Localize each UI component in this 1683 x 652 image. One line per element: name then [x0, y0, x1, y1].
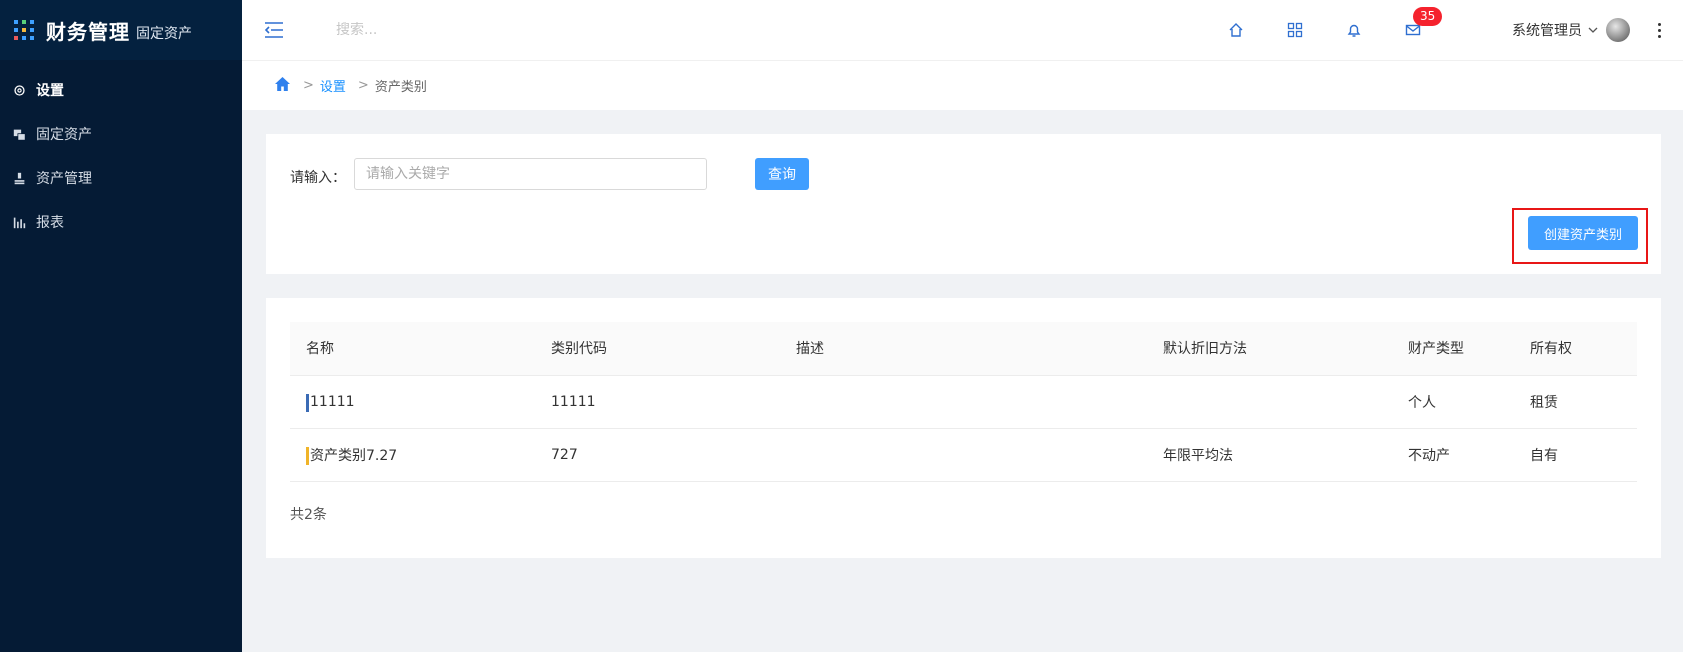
total-count: 共2条: [290, 507, 327, 523]
breadcrumb-separator: >: [357, 78, 369, 93]
cell-name-text: 11111: [310, 393, 355, 410]
keyword-label: 请输入：: [290, 170, 346, 186]
cell-property-type: 个人: [1392, 375, 1514, 429]
cell-name: 资产类别7.27: [290, 428, 535, 482]
user-name[interactable]: 系统管理员: [1512, 20, 1582, 40]
apps-icon[interactable]: [1285, 20, 1305, 40]
bell-icon[interactable]: [1344, 20, 1364, 40]
bar-chart-icon: [12, 215, 26, 229]
column-header-name: 名称: [290, 322, 535, 376]
column-header-code: 类别代码: [535, 322, 780, 376]
cell-description: [780, 375, 1147, 429]
sidebar-item-asset-management[interactable]: 资产管理: [0, 156, 242, 200]
sidebar-item-label: 资产管理: [36, 171, 92, 187]
top-bar: 35 系统管理员: [242, 0, 1683, 60]
asset-category-table: 名称 类别代码 描述 默认折旧方法 财产类型 所有权 11111 11111 个…: [290, 322, 1637, 482]
brand: 财务管理 固定资产: [0, 0, 242, 60]
sidebar-item-settings[interactable]: 设置: [0, 68, 242, 112]
column-header-ownership: 所有权: [1514, 322, 1637, 376]
breadcrumb: > 设置 > 资产类别: [242, 60, 1683, 110]
row-marker: [306, 393, 309, 412]
apps-grid-icon[interactable]: [14, 20, 34, 40]
breadcrumb-settings[interactable]: 设置: [320, 76, 346, 95]
mail-icon[interactable]: 35: [1403, 7, 1443, 40]
table-row[interactable]: 资产类别7.27 727 年限平均法 不动产 自有: [290, 428, 1637, 482]
manage-icon: [12, 171, 26, 185]
gear-icon: [12, 83, 26, 97]
table-row[interactable]: 11111 11111 个人 租赁: [290, 375, 1637, 429]
brand-subtitle: 固定资产: [136, 25, 192, 42]
sidebar-item-label: 报表: [36, 215, 64, 231]
mail-badge: 35: [1413, 7, 1443, 26]
cell-ownership: 自有: [1514, 428, 1637, 482]
assets-icon: [12, 127, 26, 141]
breadcrumb-current: 资产类别: [374, 80, 427, 95]
column-header-depreciation: 默认折旧方法: [1147, 322, 1392, 376]
cell-depreciation: [1147, 375, 1392, 429]
sidebar-item-label: 设置: [36, 83, 64, 99]
breadcrumb-separator: >: [303, 78, 314, 93]
cell-ownership: 租赁: [1514, 375, 1637, 429]
column-header-property-type: 财产类型: [1392, 322, 1514, 376]
column-header-description: 描述: [780, 322, 1147, 376]
table-card: 名称 类别代码 描述 默认折旧方法 财产类型 所有权 11111 11111 个…: [266, 298, 1661, 558]
cell-description: [780, 428, 1147, 482]
cell-name-text: 资产类别7.27: [310, 447, 398, 464]
cell-name: 11111: [290, 375, 535, 429]
sidebar-item-label: 固定资产: [36, 127, 92, 143]
home-icon[interactable]: [274, 76, 291, 96]
more-vertical-icon[interactable]: [1658, 22, 1661, 38]
query-button[interactable]: 查询: [755, 158, 809, 190]
cell-property-type: 不动产: [1392, 428, 1514, 482]
menu-collapse-icon[interactable]: [264, 21, 286, 39]
chevron-down-icon[interactable]: [1588, 23, 1598, 38]
search-card: 请输入： 查询 创建资产类别: [266, 134, 1661, 274]
keyword-input[interactable]: [354, 158, 707, 190]
sidebar-item-reports[interactable]: 报表: [0, 200, 242, 244]
table-header-row: 名称 类别代码 描述 默认折旧方法 财产类型 所有权: [290, 322, 1637, 376]
sidebar-menu: 设置 固定资产 资产管理 报表: [0, 68, 242, 244]
search-input[interactable]: [336, 22, 636, 38]
top-icons: 35 系统管理员: [1226, 0, 1683, 60]
create-asset-category-button[interactable]: 创建资产类别: [1528, 216, 1638, 250]
sidebar: 财务管理 固定资产 设置 固定资产 资产管理 报表: [0, 0, 242, 652]
cell-code: 727: [535, 428, 780, 482]
row-marker: [306, 446, 309, 465]
brand-title: 财务管理: [46, 19, 130, 44]
home-icon[interactable]: [1226, 20, 1246, 40]
avatar[interactable]: [1606, 18, 1630, 42]
sidebar-item-fixed-assets[interactable]: 固定资产: [0, 112, 242, 156]
cell-depreciation: 年限平均法: [1147, 428, 1392, 482]
cell-code: 11111: [535, 375, 780, 429]
